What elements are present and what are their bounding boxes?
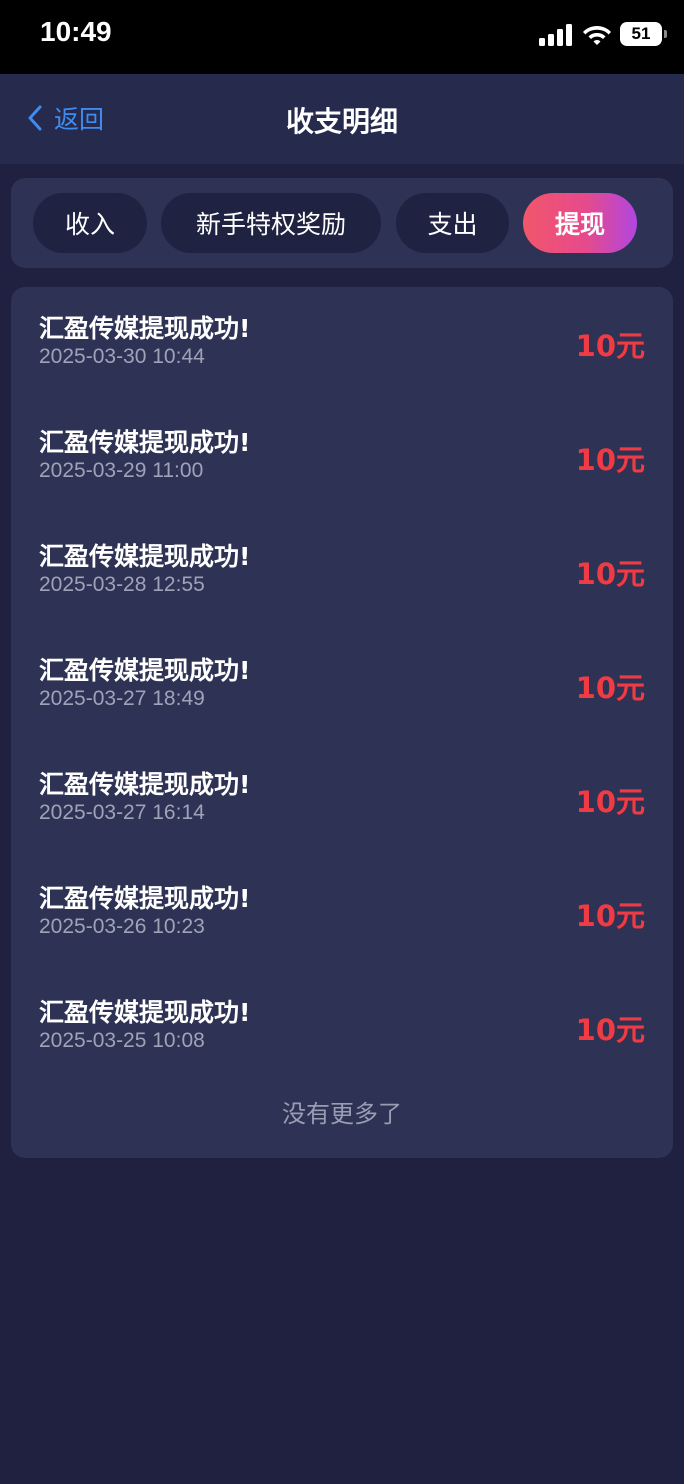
tab-expense[interactable]: 支出	[396, 193, 509, 253]
record-amount: 10元	[575, 671, 645, 705]
record-date: 2025-03-29 11:00	[39, 459, 204, 482]
cellular-signal-icon	[539, 24, 572, 46]
record-date: 2025-03-28 12:55	[39, 573, 205, 596]
page-title: 收支明细	[285, 105, 398, 138]
record-date: 2025-03-25 10:08	[39, 1029, 205, 1052]
list-item: 汇盈传媒提现成功! 2025-03-30 10:44 10元	[11, 287, 673, 401]
tab-income[interactable]: 收入	[33, 193, 147, 253]
battery-icon: 51	[620, 22, 667, 46]
tab-bar: 收入 新手特权奖励 支出 提现	[11, 178, 673, 268]
status-time: 10:49	[40, 16, 112, 47]
wifi-icon	[583, 26, 611, 45]
list-item: 汇盈传媒提现成功! 2025-03-29 11:00 10元	[11, 401, 673, 515]
list-item: 汇盈传媒提现成功! 2025-03-27 18:49 10元	[11, 629, 673, 743]
list-item: 汇盈传媒提现成功! 2025-03-26 10:23 10元	[11, 857, 673, 971]
record-amount: 10元	[575, 1013, 645, 1047]
record-title: 汇盈传媒提现成功!	[39, 314, 251, 343]
record-date: 2025-03-30 10:44	[39, 345, 205, 368]
record-amount: 10元	[575, 899, 645, 933]
record-title: 汇盈传媒提现成功!	[39, 770, 251, 799]
record-amount: 10元	[575, 443, 645, 477]
record-date: 2025-03-27 16:14	[39, 801, 205, 824]
record-title: 汇盈传媒提现成功!	[39, 542, 251, 571]
battery-level: 51	[631, 24, 651, 43]
record-title: 汇盈传媒提现成功!	[39, 428, 251, 457]
status-bar: 10:49 51	[0, 0, 684, 74]
record-amount: 10元	[575, 329, 645, 363]
record-amount: 10元	[575, 785, 645, 819]
record-amount: 10元	[575, 557, 645, 591]
no-more-text: 没有更多了	[282, 1100, 402, 1128]
record-list: 汇盈传媒提现成功! 2025-03-30 10:44 10元 汇盈传媒提现成功!…	[11, 287, 673, 1158]
tab-withdraw[interactable]: 提现	[523, 193, 637, 253]
list-item: 汇盈传媒提现成功! 2025-03-28 12:55 10元	[11, 515, 673, 629]
record-date: 2025-03-26 10:23	[39, 915, 205, 938]
record-date: 2025-03-27 18:49	[39, 687, 205, 710]
record-title: 汇盈传媒提现成功!	[39, 998, 251, 1027]
list-item: 汇盈传媒提现成功! 2025-03-25 10:08 10元	[11, 971, 673, 1085]
tab-newbie-rewards[interactable]: 新手特权奖励	[161, 193, 381, 253]
record-title: 汇盈传媒提现成功!	[39, 656, 251, 685]
record-title: 汇盈传媒提现成功!	[39, 884, 251, 913]
list-item: 汇盈传媒提现成功! 2025-03-27 16:14 10元	[11, 743, 673, 857]
nav-bar: 返回 收支明细	[0, 74, 684, 164]
